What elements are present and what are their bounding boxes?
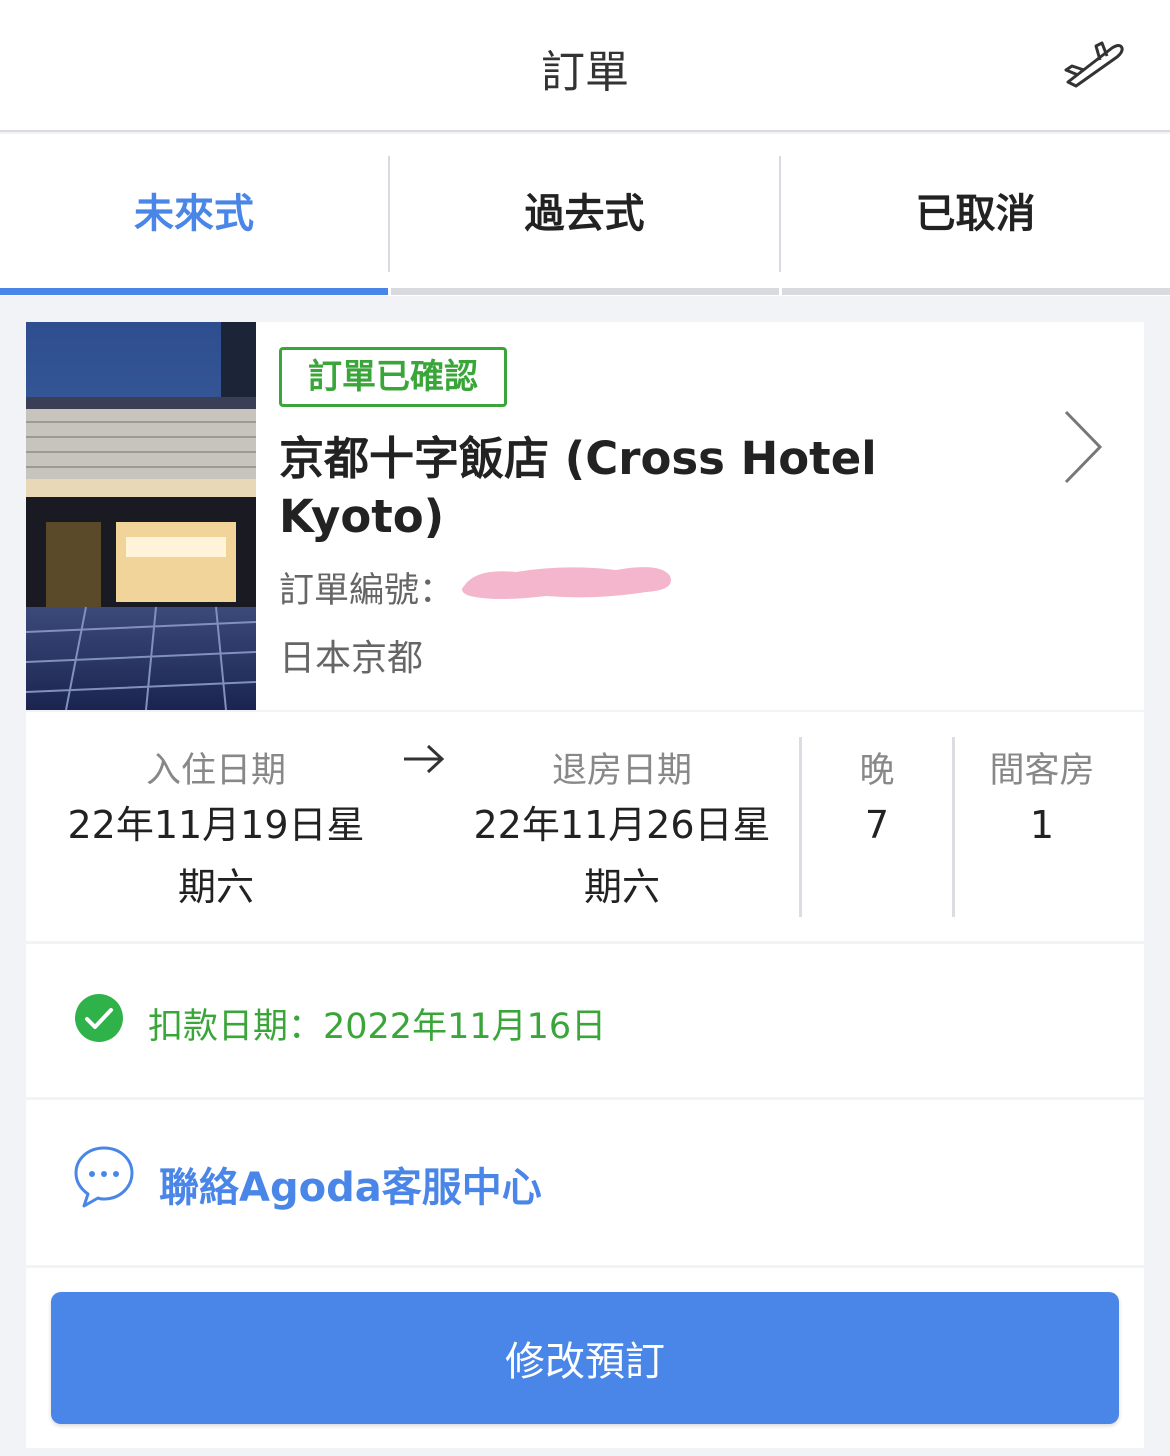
tab-indicator [782,288,1170,295]
hotel-booking-card[interactable]: 訂單已確認 京都十字飯店 (Cross Hotel Kyoto) 訂單編號： 日… [26,322,1144,710]
tab-indicator-active [0,288,388,295]
chevron-right-icon [1064,410,1103,484]
status-badge: 訂單已確認 [279,347,507,407]
action-area: 修改預訂 [26,1268,1144,1448]
checkout-label: 退房日期 [551,751,692,791]
nights-count: 7 [864,803,890,847]
tab-upcoming[interactable]: 未來式 [0,134,388,296]
modify-booking-button[interactable]: 修改預訂 [51,1292,1119,1424]
redaction-mark [462,567,671,599]
contact-support-link[interactable]: 聯絡Agoda客服中心 [159,1155,542,1213]
arrow-right-icon [404,744,445,774]
rooms-count: 1 [1029,803,1055,847]
tab-indicator [391,288,779,295]
checkin-label: 入住日期 [145,751,286,791]
booking-number-label: 訂單編號： [279,571,455,611]
hotel-name: 京都十字飯店 (Cross Hotel Kyoto) [279,432,877,543]
payment-info: 扣款日期：2022年11月16日 [26,944,1144,1097]
tab-past[interactable]: 過去式 [390,134,779,296]
hotel-location: 日本京都 [279,638,424,679]
app-header: 訂單 [0,0,1170,132]
chat-bubble-icon [74,1146,134,1208]
nights-label: 晚 [859,751,895,791]
rooms-label: 間客房 [989,751,1095,791]
page-title: 訂單 [541,47,629,98]
payment-date: 扣款日期：2022年11月16日 [148,1007,607,1047]
tab-cancelled[interactable]: 已取消 [781,134,1170,296]
check-circle-icon [75,994,123,1042]
column-divider [952,737,955,917]
checkout-date: 22年11月26日星期六 [473,803,771,909]
checkin-date: 22年11月19日星期六 [67,803,365,909]
stay-details: 入住日期 22年11月19日星期六 退房日期 22年11月26日星期六 晚 7 … [26,712,1144,941]
contact-support[interactable]: 聯絡Agoda客服中心 [26,1100,1144,1265]
booking-tabs: 未來式 過去式 已取消 [0,134,1170,296]
flight-icon[interactable] [1062,40,1126,92]
hotel-photo [26,322,256,710]
